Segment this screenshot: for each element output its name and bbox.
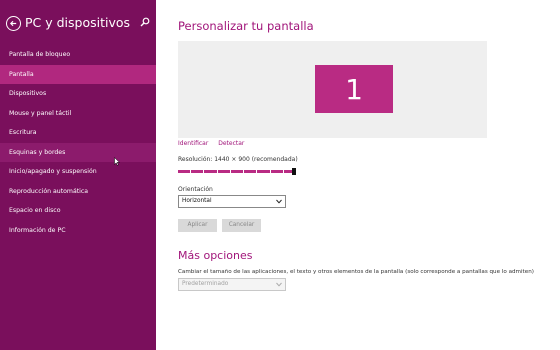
back-arrow-icon <box>9 20 17 27</box>
orientation-select[interactable]: Horizontal <box>178 195 286 208</box>
display-arrangement-area: 1 <box>178 41 487 138</box>
scaling-select: Predeterminado <box>178 278 286 291</box>
sidebar-item-typing[interactable]: Escritura <box>0 123 156 143</box>
sidebar-nav: Pantalla de bloqueo Pantalla Dispositivo… <box>0 45 156 240</box>
sidebar-item-disk-space[interactable]: Espacio en disco <box>0 201 156 221</box>
mouse-cursor-icon <box>114 157 120 166</box>
resolution-label: Resolución: 1440 × 900 (recomendada) <box>178 156 298 163</box>
monitor-tile[interactable]: 1 <box>315 65 393 113</box>
search-icon[interactable] <box>140 17 150 27</box>
sidebar: PC y dispositivos Pantalla de bloqueo Pa… <box>0 0 156 350</box>
sidebar-header: PC y dispositivos <box>6 15 152 36</box>
main-panel: Personalizar tu pantalla 1 Identificar D… <box>156 0 560 350</box>
chevron-down-icon <box>276 199 282 204</box>
scaling-value: Predeterminado <box>182 281 229 287</box>
sidebar-item-pc-info[interactable]: Información de PC <box>0 221 156 241</box>
detect-link[interactable]: Detectar <box>218 140 244 147</box>
sidebar-item-lock-screen[interactable]: Pantalla de bloqueo <box>0 45 156 65</box>
orientation-label: Orientación <box>178 186 213 193</box>
sidebar-item-power-sleep[interactable]: Inicio/apagado y suspensión <box>0 162 156 182</box>
identify-link[interactable]: Identificar <box>178 140 208 147</box>
slider-ticks <box>178 170 296 173</box>
more-options-heading: Más opciones <box>178 249 253 262</box>
apply-button[interactable]: Aplicar <box>178 219 217 232</box>
sidebar-item-devices[interactable]: Dispositivos <box>0 84 156 104</box>
sidebar-item-display[interactable]: Pantalla <box>0 64 156 84</box>
resolution-slider[interactable] <box>178 168 296 175</box>
display-links: Identificar Detectar <box>178 140 252 147</box>
page-title: Personalizar tu pantalla <box>178 19 314 33</box>
orientation-value: Horizontal <box>182 198 212 204</box>
sidebar-item-mouse-touchpad[interactable]: Mouse y panel táctil <box>0 104 156 124</box>
cancel-button[interactable]: Cancelar <box>222 219 261 232</box>
scaling-description: Cambiar el tamaño de las aplicaciones, e… <box>178 269 534 275</box>
back-button[interactable] <box>6 16 21 31</box>
chevron-down-icon <box>276 282 282 287</box>
sidebar-item-corners-edges[interactable]: Esquinas y bordes <box>0 142 156 162</box>
sidebar-title: PC y dispositivos <box>25 15 131 30</box>
slider-thumb[interactable] <box>292 168 296 175</box>
sidebar-item-autoplay[interactable]: Reproducción automática <box>0 182 156 202</box>
